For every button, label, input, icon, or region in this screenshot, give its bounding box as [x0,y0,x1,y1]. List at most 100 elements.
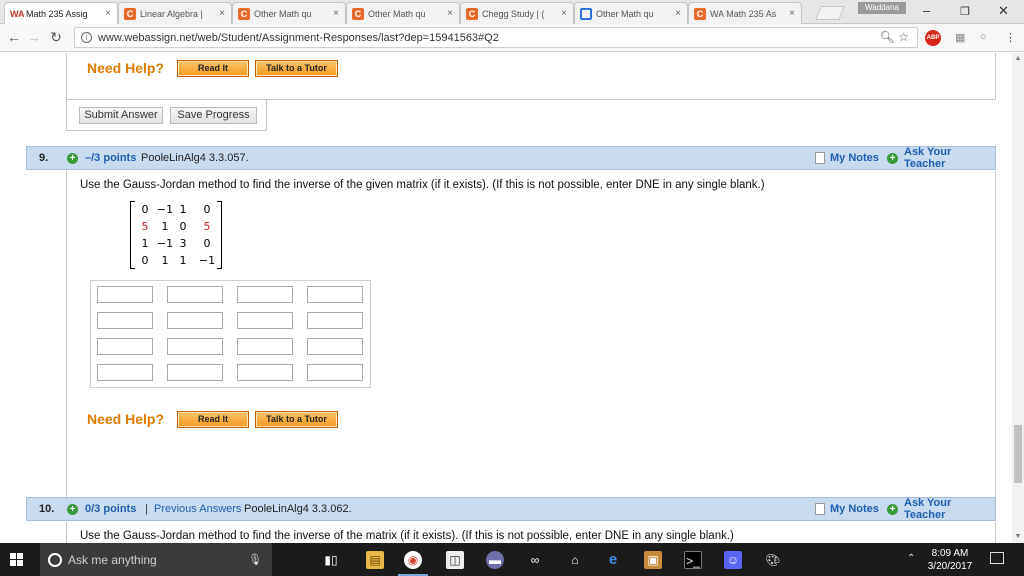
scroll-thumb[interactable] [1014,425,1022,483]
matrix-entry: 5 [203,220,211,233]
question-header-9: 9. + –/3 points PooleLinAlg4 3.3.057. My… [26,146,996,170]
terminal-icon[interactable]: >_ [684,551,702,569]
talk-to-tutor-button[interactable]: Talk to a Tutor [255,60,338,77]
expand-plus-icon[interactable]: + [67,503,78,515]
back-icon[interactable]: ← [6,29,22,45]
question-header-10: 10. + 0/3 points | Previous Answers Pool… [26,497,996,521]
answer-input[interactable] [237,286,293,303]
url-text: www.webassign.net/web/Student/Assignment… [98,31,499,44]
answer-input[interactable] [307,286,363,303]
restore-icon[interactable]: ❐ [960,5,970,18]
tab-title: Other Math qu [254,8,312,19]
extension-icon-2[interactable]: ○ [980,31,987,43]
answer-input[interactable] [167,364,223,381]
adblock-icon[interactable]: ABP [925,30,941,46]
profile-button[interactable]: Waddana [858,2,906,14]
tab-close-icon[interactable]: × [787,8,797,19]
scroll-up-icon[interactable]: ▲ [1014,55,1022,62]
microphone-icon[interactable]: 🎙︎ [248,553,262,566]
home-icon[interactable]: ⌂ [566,551,584,569]
notes-icon[interactable] [815,152,825,164]
visual-studio-icon[interactable]: ∞ [526,551,544,569]
answer-input[interactable] [307,338,363,355]
app-icon-orange[interactable]: ▣ [644,551,662,569]
answer-input[interactable] [237,364,293,381]
answer-input[interactable] [237,312,293,329]
info-icon[interactable]: i [81,32,92,43]
matrix-entry: 0 [203,237,211,250]
need-help-label: Need Help? [87,411,165,427]
cortana-search-box[interactable]: Ask me anything 🎙︎ [40,543,272,576]
system-clock[interactable]: 8:09 AM 3/20/2017 [920,547,980,573]
ask-teacher-plus-icon[interactable]: + [887,503,898,515]
reload-icon[interactable]: ↻ [48,29,64,46]
browser-tab[interactable]: C Chegg Study | (× [460,2,574,24]
ask-teacher-plus-icon[interactable]: + [887,152,898,164]
tab-title: Other Math qu [596,8,654,19]
notification-icon[interactable] [990,552,1004,564]
tab-close-icon[interactable]: × [673,8,683,19]
talk-to-tutor-button[interactable]: Talk to a Tutor [255,411,338,428]
header-separator: | [145,503,148,515]
windows-taskbar: Ask me anything 🎙︎ ▮▯ ▤ ◉ ◫ ▬ ∞ ⌂ e ▣ >_… [0,543,1024,576]
submit-answer-button[interactable]: Submit Answer [79,107,163,124]
tab-close-icon[interactable]: × [445,8,455,19]
file-explorer-icon[interactable]: ▤ [366,551,384,569]
browser-tab[interactable]: C Linear Algebra | × [118,2,232,24]
cortana-icon [48,552,62,567]
paint-icon[interactable]: 🎨︎ [764,551,782,569]
browser-tab[interactable]: Other Math qu × [574,2,688,24]
tab-close-icon[interactable]: × [331,8,341,19]
tab-close-icon[interactable]: × [103,8,113,19]
app-icon-purple[interactable]: ▬ [486,551,504,569]
answer-input[interactable] [97,312,153,329]
extension-icon[interactable]: ▦ [955,31,965,44]
vertical-scrollbar[interactable]: ▲ ▼ [1012,53,1024,543]
windows-start-icon[interactable] [10,553,24,567]
tab-favicon-icon: WA [10,8,25,19]
menu-icon[interactable]: ⋮ [1005,31,1016,44]
edge-icon[interactable]: e [604,551,622,569]
chrome-icon[interactable]: ◉ [404,551,422,569]
ask-your-teacher-link[interactable]: Ask Your Teacher [904,497,995,521]
answer-input[interactable] [97,286,153,303]
browser-tab[interactable]: C Other Math qu × [232,2,346,24]
my-notes-link[interactable]: My Notes [830,152,879,164]
answer-input[interactable] [167,286,223,303]
matrix-entry: −1 [156,203,174,216]
tab-close-icon[interactable]: × [559,8,569,19]
my-notes-link[interactable]: My Notes [830,503,879,515]
new-tab-button[interactable] [815,6,845,20]
address-bar[interactable]: i www.webassign.net/web/Student/Assignme… [74,27,918,48]
answer-input[interactable] [167,338,223,355]
scroll-down-icon[interactable]: ▼ [1014,533,1022,540]
tray-expand-icon[interactable]: ⌃ [907,553,915,564]
task-view-icon[interactable]: ▮▯ [322,551,340,569]
ask-your-teacher-link[interactable]: Ask Your Teacher [904,146,995,170]
answer-input[interactable] [307,364,363,381]
matrix-entry: 1 [179,203,187,216]
forward-icon[interactable]: → [26,29,42,45]
answer-input[interactable] [97,364,153,381]
discord-icon[interactable]: ☺ [724,551,742,569]
notes-icon[interactable] [815,503,825,515]
question-reference: PooleLinAlg4 3.3.057. [141,152,249,164]
browser-tab[interactable]: C Other Math qu × [346,2,460,24]
save-progress-button[interactable]: Save Progress [170,107,257,124]
zoom-and-bookmark-icons[interactable]: 🔍︎ ☆ [880,30,909,44]
answer-input[interactable] [167,312,223,329]
answer-input[interactable] [307,312,363,329]
read-it-button[interactable]: Read It [177,411,249,428]
answer-input[interactable] [237,338,293,355]
answer-input[interactable] [97,338,153,355]
browser-tab[interactable]: WA Math 235 Assig × [4,2,118,24]
close-window-icon[interactable]: ✕ [998,3,1009,19]
store-icon[interactable]: ◫ [446,551,464,569]
read-it-button[interactable]: Read It [177,60,249,77]
question-number: 9. [39,152,49,164]
minimize-icon[interactable]: – [923,3,930,18]
previous-answers-link[interactable]: Previous Answers [154,503,241,515]
browser-tab[interactable]: C WA Math 235 As × [688,2,802,24]
tab-close-icon[interactable]: × [217,8,227,19]
expand-plus-icon[interactable]: + [67,152,78,164]
